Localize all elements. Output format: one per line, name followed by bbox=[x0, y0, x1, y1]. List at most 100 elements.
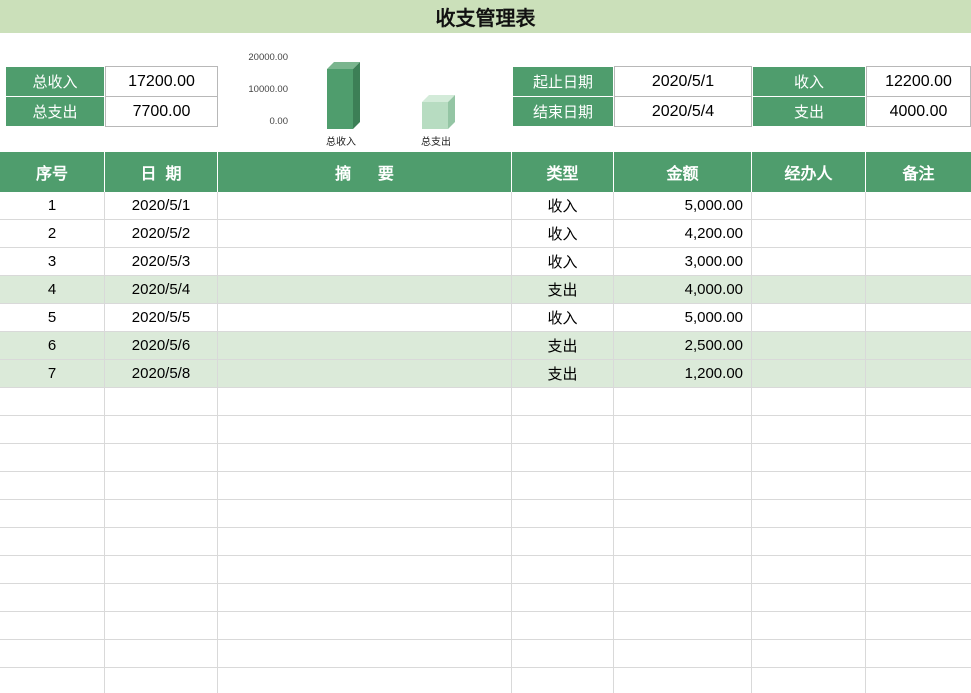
summary-cell[interactable] bbox=[218, 556, 512, 584]
handler-cell[interactable] bbox=[752, 668, 866, 693]
amount-cell[interactable]: 3,000.00 bbox=[614, 248, 752, 276]
date-cell[interactable] bbox=[105, 528, 218, 556]
start-date-label-cell[interactable]: 起止日期 bbox=[512, 66, 614, 97]
note-cell[interactable] bbox=[866, 584, 971, 612]
note-cell[interactable] bbox=[866, 556, 971, 584]
summary-cell[interactable] bbox=[218, 360, 512, 388]
note-cell[interactable] bbox=[866, 192, 971, 220]
date-cell[interactable]: 2020/5/3 bbox=[105, 248, 218, 276]
header-date[interactable]: 日 期 bbox=[105, 152, 218, 192]
date-cell[interactable] bbox=[105, 388, 218, 416]
summary-cell[interactable] bbox=[218, 304, 512, 332]
total-expense-value-cell[interactable]: 7700.00 bbox=[105, 96, 218, 127]
summary-cell[interactable] bbox=[218, 416, 512, 444]
seq-cell[interactable] bbox=[0, 528, 105, 556]
date-cell[interactable]: 2020/5/8 bbox=[105, 360, 218, 388]
date-cell[interactable] bbox=[105, 444, 218, 472]
note-cell[interactable] bbox=[866, 612, 971, 640]
type-cell[interactable] bbox=[512, 584, 614, 612]
note-cell[interactable] bbox=[866, 388, 971, 416]
type-cell[interactable]: 收入 bbox=[512, 192, 614, 220]
header-handler[interactable]: 经办人 bbox=[752, 152, 866, 192]
handler-cell[interactable] bbox=[752, 612, 866, 640]
amount-cell[interactable]: 4,000.00 bbox=[614, 276, 752, 304]
seq-cell[interactable]: 1 bbox=[0, 192, 105, 220]
amount-cell[interactable] bbox=[614, 500, 752, 528]
amount-cell[interactable] bbox=[614, 416, 752, 444]
summary-cell[interactable] bbox=[218, 612, 512, 640]
handler-cell[interactable] bbox=[752, 584, 866, 612]
amount-cell[interactable] bbox=[614, 556, 752, 584]
summary-cell[interactable] bbox=[218, 276, 512, 304]
type-cell[interactable]: 收入 bbox=[512, 248, 614, 276]
summary-cell[interactable] bbox=[218, 472, 512, 500]
note-cell[interactable] bbox=[866, 416, 971, 444]
handler-cell[interactable] bbox=[752, 248, 866, 276]
header-summary[interactable]: 摘 要 bbox=[218, 152, 512, 192]
date-cell[interactable] bbox=[105, 668, 218, 693]
summary-cell[interactable] bbox=[218, 220, 512, 248]
amount-cell[interactable]: 5,000.00 bbox=[614, 304, 752, 332]
seq-cell[interactable] bbox=[0, 444, 105, 472]
handler-cell[interactable] bbox=[752, 416, 866, 444]
handler-cell[interactable] bbox=[752, 388, 866, 416]
note-cell[interactable] bbox=[866, 304, 971, 332]
handler-cell[interactable] bbox=[752, 192, 866, 220]
type-cell[interactable] bbox=[512, 668, 614, 693]
seq-cell[interactable] bbox=[0, 668, 105, 693]
header-type[interactable]: 类型 bbox=[512, 152, 614, 192]
type-cell[interactable]: 收入 bbox=[512, 304, 614, 332]
seq-cell[interactable]: 7 bbox=[0, 360, 105, 388]
summary-cell[interactable] bbox=[218, 332, 512, 360]
seq-cell[interactable] bbox=[0, 416, 105, 444]
handler-cell[interactable] bbox=[752, 528, 866, 556]
date-cell[interactable] bbox=[105, 416, 218, 444]
type-cell[interactable] bbox=[512, 416, 614, 444]
amount-cell[interactable]: 5,000.00 bbox=[614, 192, 752, 220]
date-cell[interactable]: 2020/5/1 bbox=[105, 192, 218, 220]
period-expense-label-cell[interactable]: 支出 bbox=[752, 96, 866, 127]
type-cell[interactable]: 支出 bbox=[512, 332, 614, 360]
note-cell[interactable] bbox=[866, 668, 971, 693]
header-amount[interactable]: 金额 bbox=[614, 152, 752, 192]
summary-cell[interactable] bbox=[218, 528, 512, 556]
amount-cell[interactable] bbox=[614, 528, 752, 556]
amount-cell[interactable]: 4,200.00 bbox=[614, 220, 752, 248]
seq-cell[interactable] bbox=[0, 612, 105, 640]
bar-chart[interactable]: 20000.00 10000.00 0.00 总收入 总支出 bbox=[228, 46, 478, 150]
seq-cell[interactable] bbox=[0, 556, 105, 584]
amount-cell[interactable] bbox=[614, 612, 752, 640]
amount-cell[interactable] bbox=[614, 388, 752, 416]
header-note[interactable]: 备注 bbox=[866, 152, 971, 192]
note-cell[interactable] bbox=[866, 444, 971, 472]
note-cell[interactable] bbox=[866, 528, 971, 556]
note-cell[interactable] bbox=[866, 472, 971, 500]
seq-cell[interactable]: 6 bbox=[0, 332, 105, 360]
handler-cell[interactable] bbox=[752, 556, 866, 584]
date-cell[interactable] bbox=[105, 500, 218, 528]
handler-cell[interactable] bbox=[752, 444, 866, 472]
seq-cell[interactable] bbox=[0, 472, 105, 500]
date-cell[interactable] bbox=[105, 612, 218, 640]
note-cell[interactable] bbox=[866, 248, 971, 276]
summary-cell[interactable] bbox=[218, 192, 512, 220]
total-expense-label-cell[interactable]: 总支出 bbox=[5, 96, 105, 127]
handler-cell[interactable] bbox=[752, 332, 866, 360]
total-income-label-cell[interactable]: 总收入 bbox=[5, 66, 105, 97]
type-cell[interactable] bbox=[512, 640, 614, 668]
start-date-value-cell[interactable]: 2020/5/1 bbox=[614, 66, 752, 97]
amount-cell[interactable] bbox=[614, 584, 752, 612]
summary-cell[interactable] bbox=[218, 584, 512, 612]
note-cell[interactable] bbox=[866, 500, 971, 528]
date-cell[interactable]: 2020/5/6 bbox=[105, 332, 218, 360]
header-seq[interactable]: 序号 bbox=[0, 152, 105, 192]
type-cell[interactable]: 收入 bbox=[512, 220, 614, 248]
end-date-label-cell[interactable]: 结束日期 bbox=[512, 96, 614, 127]
type-cell[interactable] bbox=[512, 472, 614, 500]
type-cell[interactable] bbox=[512, 388, 614, 416]
note-cell[interactable] bbox=[866, 360, 971, 388]
amount-cell[interactable] bbox=[614, 444, 752, 472]
date-cell[interactable] bbox=[105, 472, 218, 500]
handler-cell[interactable] bbox=[752, 500, 866, 528]
seq-cell[interactable]: 4 bbox=[0, 276, 105, 304]
